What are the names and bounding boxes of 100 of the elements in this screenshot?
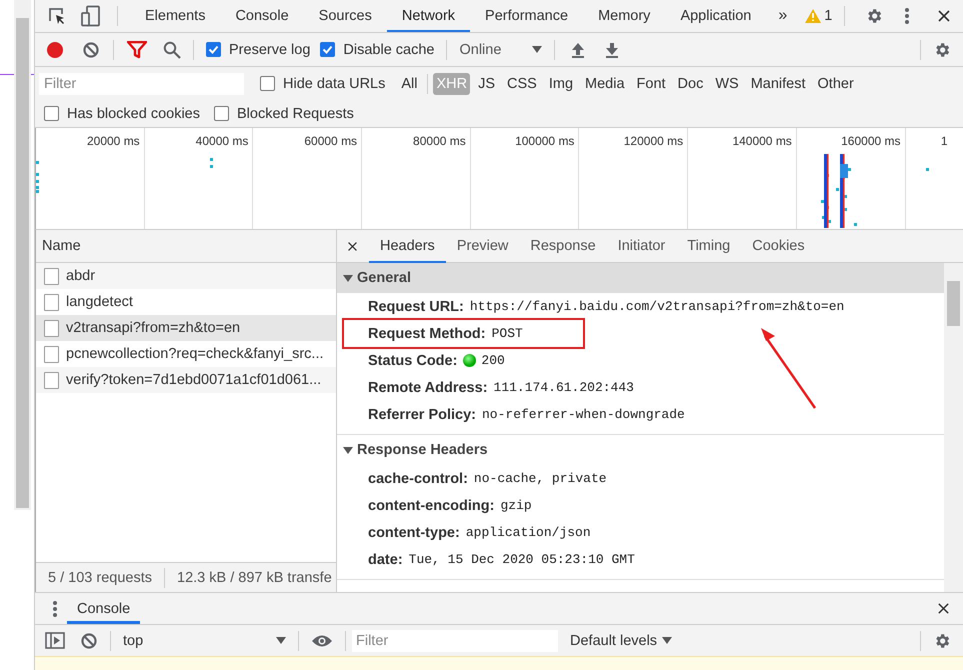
inspect-icon[interactable] bbox=[47, 6, 67, 26]
request-name: verify?token=7d1ebd0071a1cf01d061... bbox=[66, 372, 322, 388]
file-icon bbox=[44, 320, 59, 336]
file-icon bbox=[44, 346, 59, 362]
header-name: cache-control: bbox=[368, 470, 468, 486]
devtools-tab[interactable]: Memory bbox=[583, 0, 666, 32]
sidebar-icon[interactable] bbox=[45, 632, 65, 649]
timeline-tick-label: 120000 ms bbox=[624, 134, 684, 148]
type-filter-button[interactable]: Manifest bbox=[746, 72, 810, 94]
page-scrollbar[interactable] bbox=[14, 0, 31, 510]
disclosure-triangle-icon[interactable] bbox=[343, 445, 353, 455]
menu-icon[interactable] bbox=[905, 8, 910, 24]
console-filter-field[interactable]: Filter bbox=[352, 630, 558, 652]
section-header[interactable]: Response Headers bbox=[337, 435, 944, 465]
request-name: v2transapi?from=zh&to=en bbox=[66, 320, 240, 336]
devtools-tab[interactable]: Sources bbox=[304, 0, 387, 32]
checkbox-label[interactable]: Preserve log bbox=[229, 42, 310, 58]
details-tab[interactable]: Timing bbox=[676, 230, 742, 262]
checkbox-label[interactable]: Blocked Requests bbox=[237, 106, 354, 122]
device-toolbar-icon[interactable] bbox=[81, 5, 101, 27]
record-button[interactable] bbox=[46, 40, 64, 58]
devtools-tab[interactable]: Console bbox=[220, 0, 304, 32]
devtools-tab[interactable]: Elements bbox=[130, 0, 220, 32]
header-value: https://fanyi.baidu.com/v2transapi?from=zh&to=en bbox=[470, 299, 844, 314]
disclosure-triangle-icon[interactable] bbox=[343, 273, 353, 283]
checkbox-label[interactable]: Hide data URLs bbox=[283, 76, 386, 92]
request-name: pcnewcollection?req=check&fanyi_src... bbox=[66, 346, 324, 362]
header-name: content-type: bbox=[368, 524, 460, 540]
type-filter-button[interactable]: Img bbox=[544, 72, 578, 94]
caret-icon[interactable] bbox=[276, 636, 286, 644]
header-name: Status Code: bbox=[368, 352, 458, 368]
file-icon bbox=[44, 294, 59, 310]
details-tab[interactable]: Preview bbox=[446, 230, 520, 262]
drawer-tab[interactable]: Console bbox=[67, 593, 140, 624]
type-filter-button[interactable]: Font bbox=[632, 72, 670, 94]
section-header[interactable]: General bbox=[337, 263, 944, 293]
warnings-button[interactable]: 1 bbox=[799, 8, 838, 24]
import-icon[interactable] bbox=[571, 42, 586, 58]
devtools-tab[interactable]: Application bbox=[665, 0, 766, 32]
timeline-tick-label: 60000 ms bbox=[304, 134, 358, 148]
request-row[interactable]: abdr bbox=[36, 263, 336, 289]
timeline-tick-label: 100000 ms bbox=[515, 134, 574, 148]
checkbox[interactable] bbox=[260, 76, 275, 91]
header-value: 200 bbox=[481, 353, 505, 368]
checkbox[interactable] bbox=[320, 42, 336, 57]
header-value: no-referrer-when-downgrade bbox=[482, 407, 685, 422]
column-header[interactable]: Name bbox=[42, 238, 81, 254]
filter-icon[interactable] bbox=[127, 40, 147, 58]
details-tab[interactable]: Initiator bbox=[606, 230, 676, 262]
close-icon[interactable] bbox=[347, 240, 358, 252]
request-name: langdetect bbox=[66, 294, 133, 310]
timeline-tick-label: 80000 ms bbox=[413, 134, 466, 148]
devtools-tab[interactable]: Network bbox=[386, 0, 470, 32]
devtools-tab[interactable]: Performance bbox=[470, 0, 584, 32]
header-value: Tue, 15 Dec 2020 05:23:10 GMT bbox=[408, 552, 635, 567]
type-filter-button[interactable]: Doc bbox=[674, 72, 708, 94]
type-filter-button[interactable]: WS bbox=[711, 72, 743, 94]
request-row[interactable]: langdetect bbox=[36, 289, 336, 315]
request-name: abdr bbox=[66, 268, 96, 284]
type-filter-button[interactable]: Media bbox=[581, 72, 629, 94]
type-filter-button[interactable]: JS bbox=[474, 72, 500, 94]
details-tab[interactable]: Response bbox=[519, 230, 607, 262]
header-name: Request URL: bbox=[368, 298, 464, 314]
header-value: gzip bbox=[500, 498, 532, 513]
close-icon[interactable] bbox=[937, 9, 952, 23]
checkbox[interactable] bbox=[206, 42, 221, 57]
context-select[interactable]: top bbox=[117, 632, 292, 648]
checkbox[interactable] bbox=[44, 106, 59, 121]
more-tabs-button[interactable]: » bbox=[766, 7, 800, 25]
log-levels-select[interactable]: Default levels bbox=[570, 632, 672, 648]
clear-icon[interactable] bbox=[82, 40, 100, 58]
filter-field[interactable]: Filter bbox=[39, 72, 244, 94]
throttling-select[interactable]: Online bbox=[453, 42, 548, 58]
scrollbar[interactable] bbox=[944, 263, 963, 592]
header-name: Referrer Policy: bbox=[368, 406, 476, 422]
clear-icon[interactable] bbox=[80, 632, 98, 650]
caret-icon[interactable] bbox=[532, 46, 542, 54]
menu-icon[interactable] bbox=[53, 600, 57, 616]
type-filter-button[interactable]: CSS bbox=[503, 72, 541, 94]
request-row[interactable]: pcnewcollection?req=check&fanyi_src... bbox=[36, 341, 336, 367]
checkbox-label[interactable]: Has blocked cookies bbox=[67, 106, 200, 122]
timeline-tick-label: 140000 ms bbox=[732, 134, 792, 148]
timeline-tick-label: 40000 ms bbox=[196, 134, 248, 148]
details-tab[interactable]: Cookies bbox=[741, 230, 816, 262]
request-row[interactable]: v2transapi?from=zh&to=en bbox=[36, 315, 336, 341]
export-icon[interactable] bbox=[605, 42, 620, 58]
eye-icon[interactable] bbox=[311, 634, 333, 648]
header-value: no-cache, private bbox=[474, 471, 607, 486]
header-value: POST bbox=[492, 326, 523, 341]
close-icon[interactable] bbox=[937, 602, 950, 615]
warning-icon bbox=[805, 9, 822, 23]
status-dot bbox=[463, 354, 476, 367]
type-filter-button[interactable]: Other bbox=[814, 72, 858, 94]
checkbox-label[interactable]: Disable cache bbox=[343, 42, 434, 58]
type-filter-button[interactable]: All bbox=[397, 72, 422, 94]
checkbox[interactable] bbox=[214, 106, 229, 121]
timeline-tick-label: 160000 ms bbox=[841, 134, 900, 148]
search-icon[interactable] bbox=[163, 40, 181, 58]
request-row[interactable]: verify?token=7d1ebd0071a1cf01d061... bbox=[36, 367, 336, 393]
caret-icon[interactable] bbox=[662, 636, 672, 644]
